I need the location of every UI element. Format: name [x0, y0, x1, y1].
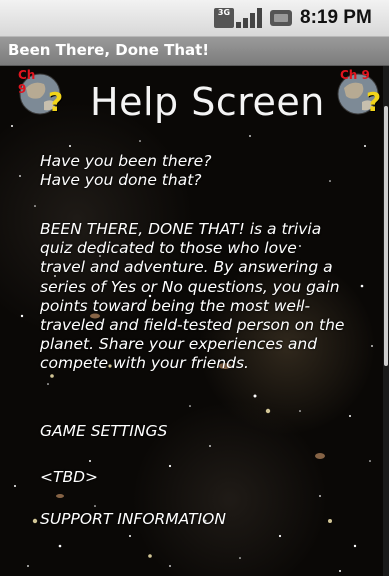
chapter-badge-right: Ch 9 [340, 68, 370, 82]
scrollbar-thumb[interactable] [384, 106, 388, 366]
question-mark-left: ? [48, 88, 64, 118]
scrollbar[interactable] [383, 66, 389, 576]
clock: 8:19 PM [300, 7, 372, 28]
description-line: series of Yes or No questions, you gain [40, 277, 340, 296]
intro-text: Have you been there? Have you done that? [40, 152, 370, 190]
signal-strength-icon [236, 8, 262, 28]
intro-line: Have you been there? [40, 152, 212, 170]
phone-screen: 3G 8:19 PM Been There, Done That! Ch 9 ?… [0, 0, 389, 576]
game-settings-value: <TBD> [40, 468, 99, 486]
game-settings-heading: GAME SETTINGS [40, 422, 168, 440]
description-line: traveled and field-tested person on the [40, 316, 345, 335]
page-title: Help Screen [90, 80, 325, 124]
chapter-badge-left: Ch 9 [18, 68, 36, 96]
intro-line: Have you done that? [40, 171, 202, 190]
battery-icon [270, 10, 292, 26]
help-content[interactable]: Ch 9 ? Help Screen Ch 9 ? Have you been … [0, 66, 383, 576]
question-mark-right: ? [366, 88, 382, 118]
network-label: 3G [217, 8, 231, 17]
status-bar: 3G 8:19 PM [0, 0, 389, 37]
description-text: BEEN THERE, DONE THAT! is a trivia quiz … [40, 220, 375, 374]
description-line: planet. Share your experiences and [40, 335, 318, 354]
description-line: compete with your friends. [40, 354, 249, 373]
description-line: quiz dedicated to those who love [40, 239, 297, 258]
support-information-heading: SUPPORT INFORMATION [40, 510, 226, 528]
app-title-bar: Been There, Done That! [0, 37, 389, 66]
description-line: points toward being the most well- [40, 296, 311, 315]
description-line: BEEN THERE, DONE THAT! is a trivia [40, 220, 322, 238]
app-title: Been There, Done That! [8, 41, 210, 59]
description-line: travel and adventure. By answering a [40, 258, 333, 277]
network-3g-icon: 3G [214, 8, 234, 28]
